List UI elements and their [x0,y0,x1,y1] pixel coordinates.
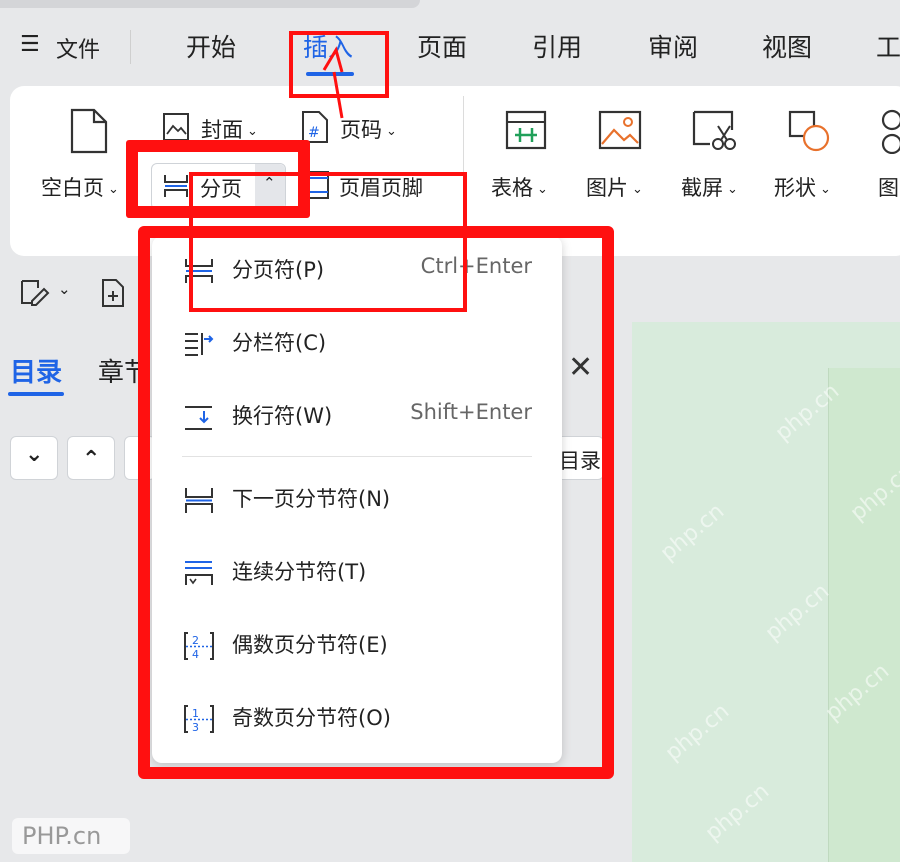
chevron-down-icon: ⌄ [247,124,258,139]
top-strip [0,0,420,8]
menu-tab-page[interactable]: 页面 [417,28,467,64]
shape-label: 形状 [774,176,816,200]
document-page[interactable] [828,368,900,862]
table-label: 表格 [491,176,533,200]
chevron-down-icon: ⌄ [820,182,831,197]
chevron-down-icon: ⌄ [25,442,44,467]
annotation-box-dropdown [138,226,614,779]
picture-label: 图片 [586,176,628,200]
active-tab-underline [8,392,64,396]
chart-button-label[interactable]: 图 [878,172,899,202]
chevron-down-icon: ⌄ [537,182,548,197]
chevron-down-icon: ⌄ [386,124,397,139]
blank-page-button[interactable]: 空白页 ⌄ [41,172,119,202]
svg-text:#: # [308,125,320,141]
menu-tab-home[interactable]: 开始 [186,28,236,64]
chevron-down-icon: ⌄ [727,182,738,197]
chart-icon[interactable] [878,108,900,154]
cover-icon[interactable] [162,112,190,142]
blank-page-icon[interactable] [68,108,110,154]
annotation-arrow-icon [322,46,344,119]
hamburger-icon[interactable]: ☰ [20,32,40,57]
cover-label: 封面 [201,118,243,142]
menu-tab-tools[interactable]: 工 [876,28,900,64]
page-number-label: 页码 [340,118,382,142]
expand-down-button[interactable]: ⌄ [10,436,58,480]
chevron-up-icon: ⌃ [82,447,101,472]
menu-tab-review[interactable]: 审阅 [648,28,698,64]
menu-bar: ☰ 文件 开始 插入 页面 引用 审阅 视图 工 [0,0,900,86]
picture-button[interactable]: 图片 ⌄ [586,172,643,202]
tab-toc[interactable]: 目录 [10,352,62,389]
collapse-up-button[interactable]: ⌃ [67,436,115,480]
add-page-icon[interactable] [100,278,126,308]
table-icon[interactable] [505,110,547,150]
picture-icon[interactable] [598,110,642,150]
screenshot-label: 截屏 [681,176,723,200]
screenshot-button[interactable]: 截屏 ⌄ [681,172,738,202]
blank-page-label: 空白页 [41,176,104,200]
screenshot-icon[interactable] [692,110,738,152]
menu-tab-reference[interactable]: 引用 [532,28,582,64]
watermark-logo: PHP.cn [12,818,130,854]
menu-divider [130,30,131,64]
table-button[interactable]: 表格 ⌄ [491,172,548,202]
menu-file[interactable]: 文件 [56,32,100,64]
shape-button[interactable]: 形状 ⌄ [774,172,831,202]
edit-doc-icon[interactable] [18,278,52,306]
menu-tab-view[interactable]: 视图 [762,28,812,64]
chevron-down-icon[interactable]: ⌄ [58,280,71,298]
chevron-down-icon: ⌄ [632,182,643,197]
chevron-down-icon: ⌄ [108,182,119,197]
shape-icon[interactable] [788,110,832,152]
